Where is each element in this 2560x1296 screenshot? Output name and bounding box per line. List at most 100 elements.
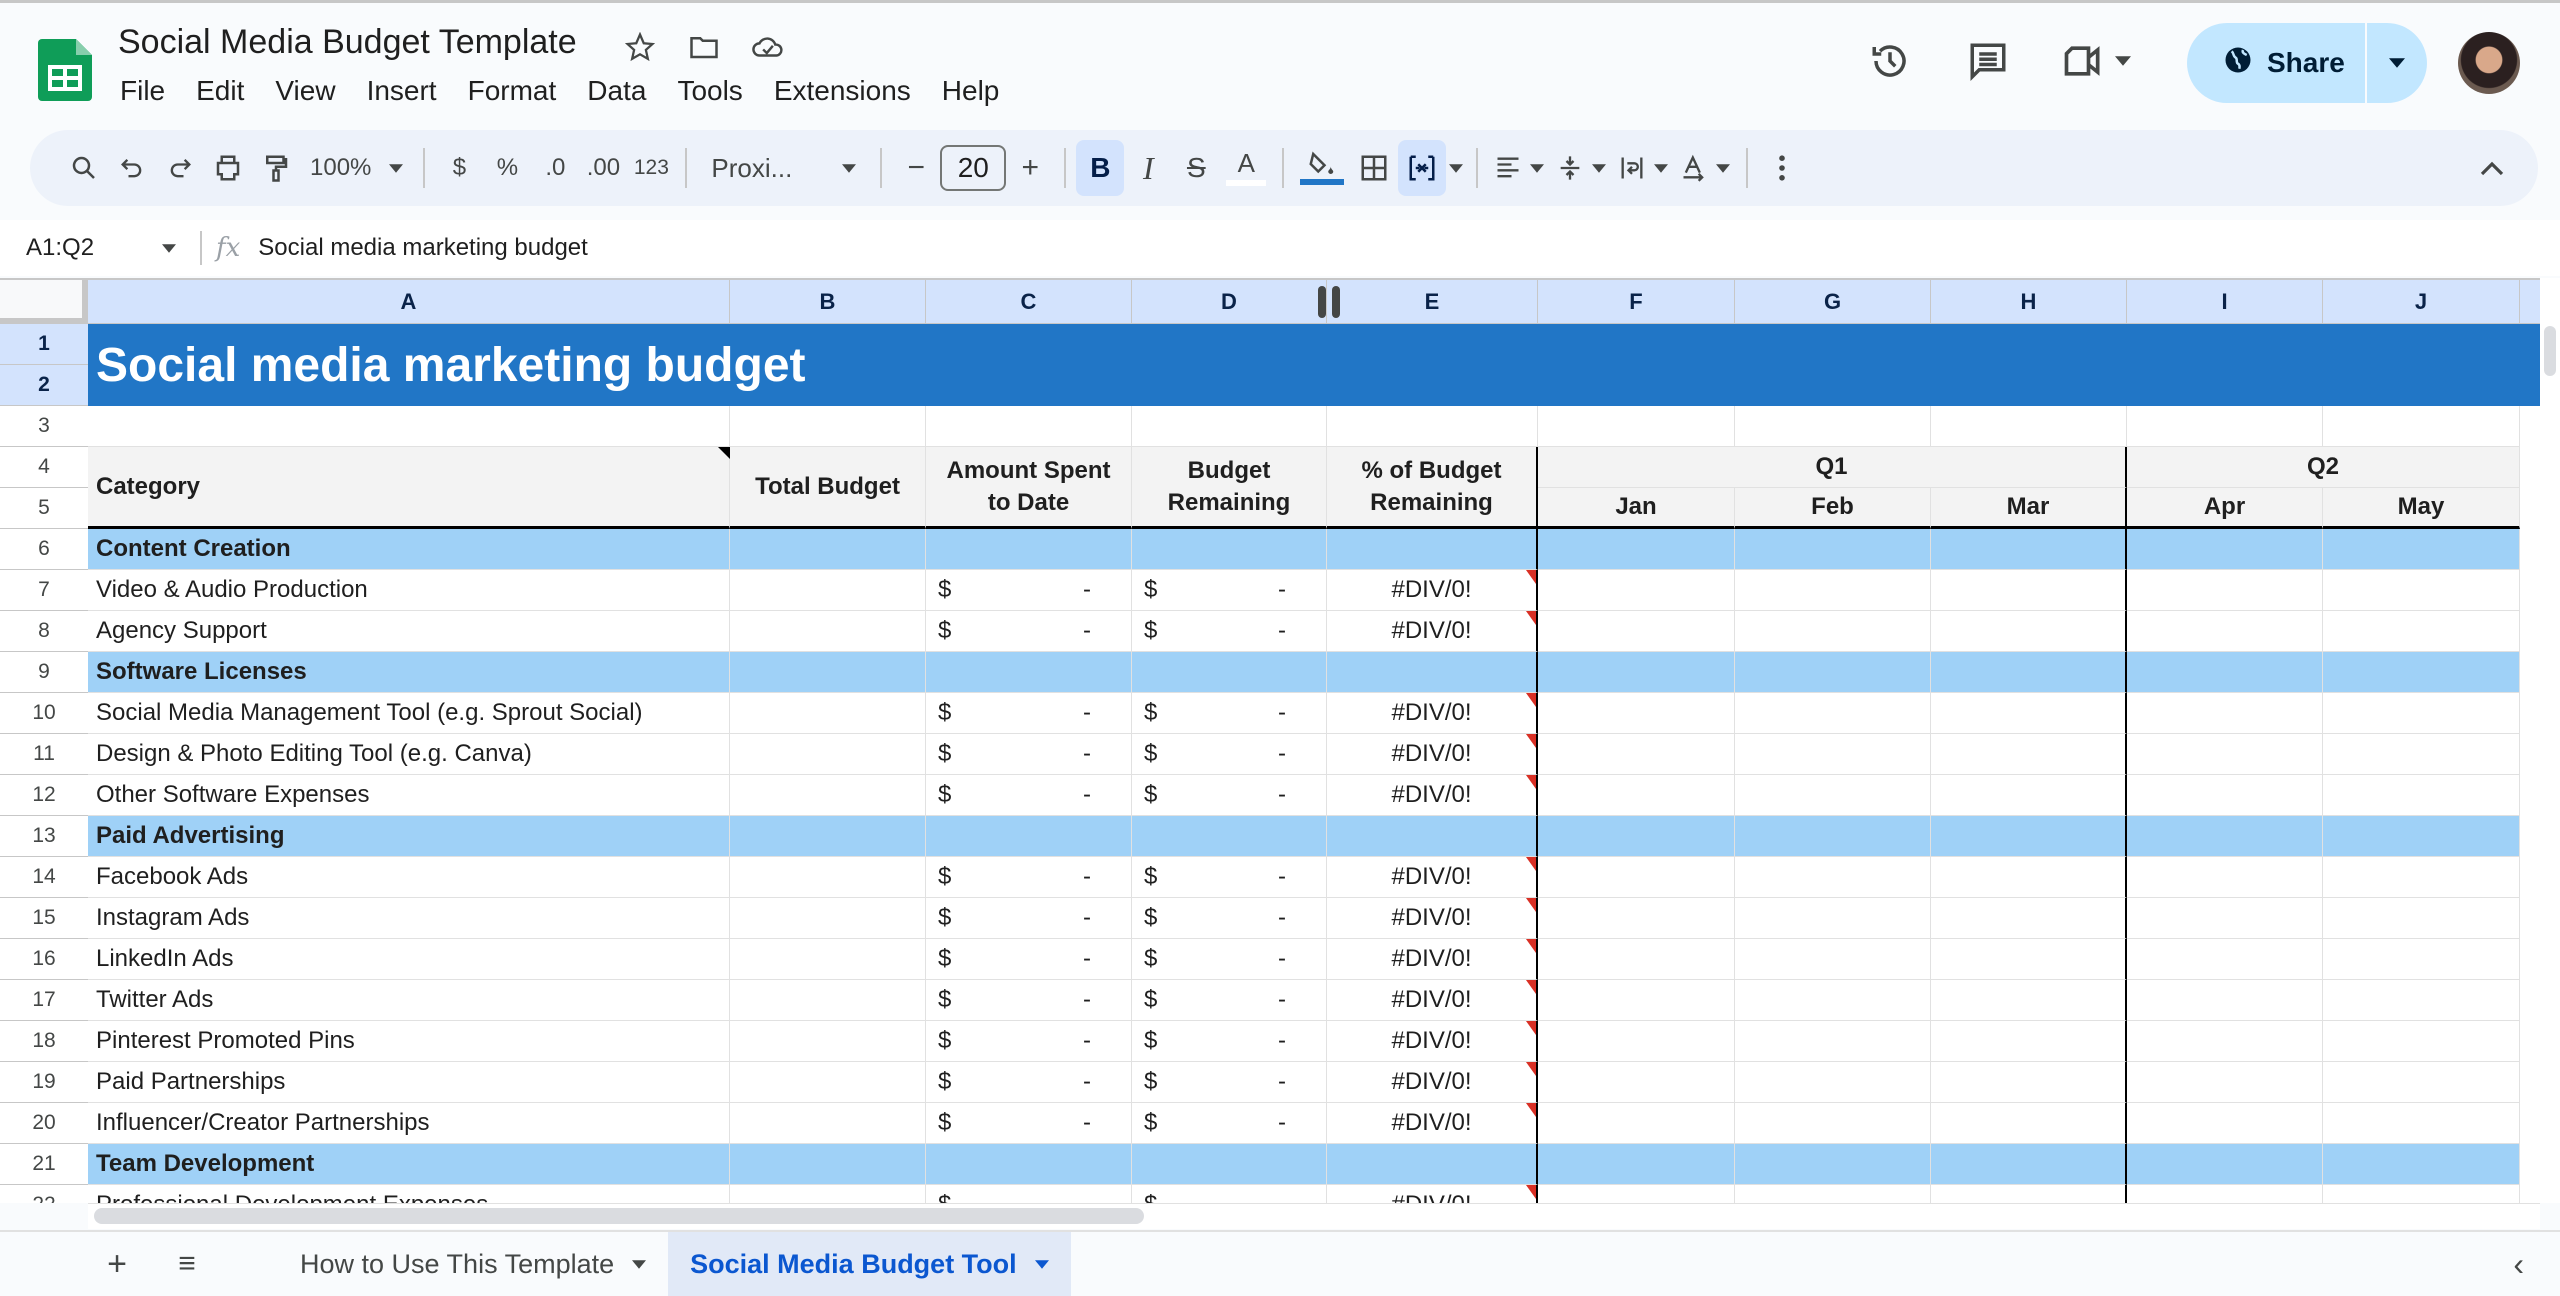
budget-remaining-cell[interactable]: $- — [1132, 1062, 1327, 1103]
vertical-align-button[interactable] — [1550, 140, 1612, 196]
empty-cell[interactable] — [2127, 857, 2323, 898]
item-label[interactable]: Other Software Expenses — [88, 775, 730, 816]
column-header-e[interactable]: E — [1327, 280, 1538, 324]
empty-cell[interactable] — [2127, 693, 2323, 734]
empty-cell[interactable] — [1931, 1185, 2127, 1203]
category-cell[interactable] — [926, 816, 1132, 857]
category-cell[interactable] — [1327, 1144, 1538, 1185]
header-month-may[interactable]: May — [2323, 488, 2520, 529]
redo-icon[interactable] — [156, 140, 204, 196]
empty-cell[interactable] — [1735, 1185, 1931, 1203]
pct-remaining-cell[interactable]: #DIV/0! — [1327, 570, 1538, 611]
empty-cell[interactable] — [1538, 857, 1735, 898]
budget-remaining-cell[interactable]: $- — [1132, 980, 1327, 1021]
row-header-4[interactable]: 4 — [0, 447, 88, 488]
menu-tools[interactable]: Tools — [677, 75, 757, 107]
empty-cell[interactable] — [1931, 406, 2127, 447]
header-category[interactable]: Category — [88, 447, 730, 529]
select-all-corner[interactable] — [0, 280, 88, 324]
category-cell[interactable] — [2127, 816, 2323, 857]
borders-icon[interactable] — [1350, 140, 1398, 196]
amount-spent-cell[interactable]: $- — [926, 775, 1132, 816]
empty-cell[interactable] — [2323, 1103, 2520, 1144]
column-header-d[interactable]: D — [1132, 280, 1327, 324]
empty-cell[interactable] — [1327, 406, 1538, 447]
text-rotation-button[interactable] — [1674, 140, 1736, 196]
category-cell[interactable] — [1735, 652, 1931, 693]
row-header-20[interactable]: 20 — [0, 1103, 88, 1144]
category-cell[interactable] — [2127, 652, 2323, 693]
undo-icon[interactable] — [108, 140, 156, 196]
empty-cell[interactable] — [2127, 406, 2323, 447]
empty-cell[interactable] — [2323, 611, 2520, 652]
pct-remaining-cell[interactable]: #DIV/0! — [1327, 898, 1538, 939]
column-header-h[interactable]: H — [1931, 280, 2127, 324]
budget-remaining-cell[interactable]: $- — [1132, 898, 1327, 939]
zoom-select[interactable]: 100% — [300, 140, 413, 196]
empty-cell[interactable] — [2323, 1021, 2520, 1062]
category-cell[interactable] — [1931, 1144, 2127, 1185]
row-header-13[interactable]: 13 — [0, 816, 88, 857]
amount-spent-cell[interactable]: $- — [926, 898, 1132, 939]
budget-remaining-cell[interactable]: $- — [1132, 775, 1327, 816]
empty-cell[interactable] — [1735, 406, 1931, 447]
row-header-21[interactable]: 21 — [0, 1144, 88, 1185]
merge-cells-button[interactable] — [1398, 140, 1447, 196]
budget-remaining-cell[interactable]: $- — [1132, 570, 1327, 611]
decrease-decimal-button[interactable]: .0 — [531, 140, 579, 196]
decrease-font-size-button[interactable]: − — [892, 140, 940, 196]
item-label[interactable]: Design & Photo Editing Tool (e.g. Canva) — [88, 734, 730, 775]
header-pct-remaining[interactable]: % of Budget Remaining — [1327, 447, 1538, 529]
empty-cell[interactable] — [730, 1062, 926, 1103]
empty-cell[interactable] — [1735, 898, 1931, 939]
empty-cell[interactable] — [1931, 1103, 2127, 1144]
category-cell[interactable] — [730, 529, 926, 570]
amount-spent-cell[interactable]: $- — [926, 980, 1132, 1021]
collapse-toolbar-icon[interactable] — [2468, 140, 2516, 196]
amount-spent-cell[interactable]: $- — [926, 939, 1132, 980]
item-label[interactable]: Agency Support — [88, 611, 730, 652]
menu-help[interactable]: Help — [942, 75, 1015, 107]
empty-cell[interactable] — [1538, 734, 1735, 775]
pct-remaining-cell[interactable]: #DIV/0! — [1327, 1185, 1538, 1203]
row-header-7[interactable]: 7 — [0, 570, 88, 611]
budget-remaining-cell[interactable]: $- — [1132, 939, 1327, 980]
empty-cell[interactable] — [2323, 406, 2520, 447]
empty-cell[interactable] — [2127, 1062, 2323, 1103]
formula-input[interactable]: Social media marketing budget — [258, 234, 588, 262]
pct-remaining-cell[interactable]: #DIV/0! — [1327, 734, 1538, 775]
merge-options-dropdown[interactable] — [1446, 140, 1466, 196]
empty-cell[interactable] — [2323, 939, 2520, 980]
empty-cell[interactable] — [730, 1103, 926, 1144]
empty-cell[interactable] — [1735, 1062, 1931, 1103]
category-cell[interactable] — [1132, 816, 1327, 857]
pct-remaining-cell[interactable]: #DIV/0! — [1327, 611, 1538, 652]
budget-remaining-cell[interactable]: $- — [1132, 693, 1327, 734]
amount-spent-cell[interactable]: $- — [926, 611, 1132, 652]
menu-extensions[interactable]: Extensions — [774, 75, 926, 107]
empty-cell[interactable] — [730, 734, 926, 775]
header-month-apr[interactable]: Apr — [2127, 488, 2323, 529]
amount-spent-cell[interactable]: $- — [926, 1021, 1132, 1062]
category-cell[interactable] — [1538, 652, 1735, 693]
empty-cell[interactable] — [730, 693, 926, 734]
budget-remaining-cell[interactable]: $- — [1132, 1185, 1327, 1203]
empty-cell[interactable] — [1538, 775, 1735, 816]
empty-cell[interactable] — [1538, 898, 1735, 939]
empty-cell[interactable] — [1931, 980, 2127, 1021]
row-header-11[interactable]: 11 — [0, 734, 88, 775]
menu-format[interactable]: Format — [468, 75, 572, 107]
row-header-15[interactable]: 15 — [0, 898, 88, 939]
category-cell[interactable] — [926, 1144, 1132, 1185]
empty-cell[interactable] — [1931, 775, 2127, 816]
menu-edit[interactable]: Edit — [196, 75, 259, 107]
row-header-22[interactable]: 22 — [0, 1185, 88, 1203]
empty-cell[interactable] — [730, 775, 926, 816]
category-cell[interactable] — [1132, 652, 1327, 693]
format-currency-button[interactable]: $ — [435, 140, 483, 196]
sheet-title-cell[interactable]: Social media marketing budget — [88, 324, 2540, 406]
budget-remaining-cell[interactable]: $- — [1132, 1021, 1327, 1062]
empty-cell[interactable] — [1538, 1185, 1735, 1203]
column-header-j[interactable]: J — [2323, 280, 2520, 324]
horizontal-scrollbar[interactable] — [88, 1203, 2540, 1229]
